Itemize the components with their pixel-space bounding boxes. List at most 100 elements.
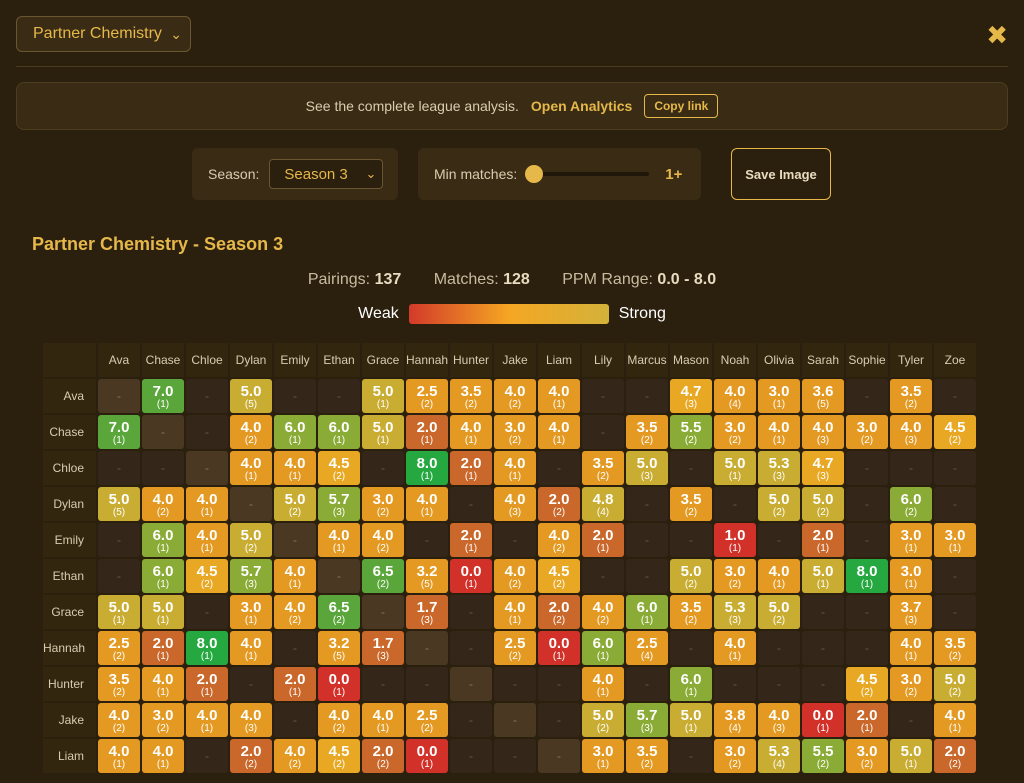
matrix-cell[interactable]: 4.0 (2) [494,379,536,413]
matrix-cell[interactable]: 4.5 (2) [318,451,360,485]
matrix-cell[interactable]: 7.0 (1) [142,379,184,413]
matrix-cell[interactable]: 5.0 (2) [274,487,316,521]
matrix-cell[interactable]: 0.0 (1) [538,631,580,665]
matrix-cell[interactable]: 2.5 (2) [494,631,536,665]
matrix-cell[interactable]: 4.0 (2) [98,703,140,737]
matrix-cell[interactable]: 6.0 (1) [318,415,360,449]
matrix-cell[interactable]: 5.0 (1) [802,559,844,593]
matrix-cell[interactable]: 5.0 (1) [714,451,756,485]
matrix-cell[interactable]: 4.0 (1) [582,667,624,701]
min-matches-slider[interactable] [525,165,650,183]
matrix-cell[interactable]: 3.0 (2) [846,415,888,449]
matrix-cell[interactable]: 6.0 (1) [142,559,184,593]
matrix-cell[interactable]: 6.0 (1) [582,631,624,665]
matrix-cell[interactable]: 3.8 (4) [714,703,756,737]
matrix-cell[interactable]: 3.5 (2) [450,379,492,413]
matrix-cell[interactable]: 1.0 (1) [714,523,756,557]
matrix-cell[interactable]: 4.0 (2) [142,487,184,521]
matrix-cell[interactable]: 3.0 (1) [890,559,932,593]
matrix-cell[interactable]: 2.0 (1) [142,631,184,665]
matrix-cell[interactable]: 4.0 (1) [142,667,184,701]
matrix-cell[interactable]: 5.3 (3) [714,595,756,629]
matrix-cell[interactable]: 3.5 (2) [934,631,976,665]
matrix-cell[interactable]: 5.0 (5) [98,487,140,521]
matrix-cell[interactable]: 4.0 (1) [406,487,448,521]
matrix-cell[interactable]: 4.0 (1) [186,703,228,737]
matrix-cell[interactable]: 2.5 (2) [406,379,448,413]
matrix-cell[interactable]: 5.0 (2) [758,595,800,629]
matrix-cell[interactable]: 2.0 (1) [186,667,228,701]
matrix-cell[interactable]: 3.5 (2) [670,487,712,521]
matrix-cell[interactable]: 2.0 (2) [538,487,580,521]
matrix-cell[interactable]: 4.0 (3) [890,415,932,449]
matrix-cell[interactable]: 3.0 (1) [230,595,272,629]
matrix-cell[interactable]: 4.0 (1) [494,595,536,629]
matrix-cell[interactable]: 0.0 (1) [802,703,844,737]
matrix-cell[interactable]: 4.0 (1) [274,451,316,485]
matrix-cell[interactable]: 3.5 (2) [626,415,668,449]
matrix-cell[interactable]: 6.0 (1) [626,595,668,629]
matrix-cell[interactable]: 6.5 (2) [318,595,360,629]
matrix-cell[interactable]: 3.0 (2) [890,667,932,701]
matrix-cell[interactable]: 4.0 (4) [714,379,756,413]
matrix-cell[interactable]: 4.0 (2) [362,523,404,557]
matrix-cell[interactable]: 4.0 (1) [890,631,932,665]
matrix-cell[interactable]: 4.0 (3) [230,703,272,737]
matrix-cell[interactable]: 4.0 (2) [318,703,360,737]
matrix-cell[interactable]: 4.5 (2) [538,559,580,593]
matrix-cell[interactable]: 8.0 (1) [186,631,228,665]
matrix-cell[interactable]: 8.0 (1) [846,559,888,593]
matrix-cell[interactable]: 3.2 (5) [406,559,448,593]
matrix-cell[interactable]: 4.0 (1) [362,703,404,737]
matrix-cell[interactable]: 3.0 (1) [890,523,932,557]
matrix-cell[interactable]: 4.0 (3) [802,415,844,449]
matrix-cell[interactable]: 4.0 (1) [934,703,976,737]
matrix-cell[interactable]: 5.0 (3) [626,451,668,485]
matrix-cell[interactable]: 5.7 (3) [318,487,360,521]
matrix-cell[interactable]: 3.0 (2) [362,487,404,521]
matrix-cell[interactable]: 5.0 (2) [934,667,976,701]
matrix-cell[interactable]: 2.0 (1) [274,667,316,701]
matrix-cell[interactable]: 3.0 (2) [714,559,756,593]
matrix-cell[interactable]: 5.0 (2) [582,703,624,737]
matrix-cell[interactable]: 4.0 (1) [758,415,800,449]
matrix-cell[interactable]: 3.5 (2) [98,667,140,701]
matrix-cell[interactable]: 4.0 (1) [538,415,580,449]
matrix-cell[interactable]: 4.0 (3) [758,703,800,737]
matrix-cell[interactable]: 4.0 (2) [494,559,536,593]
matrix-cell[interactable]: 3.7 (3) [890,595,932,629]
matrix-cell[interactable]: 3.0 (1) [758,379,800,413]
matrix-cell[interactable]: 3.2 (5) [318,631,360,665]
matrix-cell[interactable]: 3.5 (2) [890,379,932,413]
matrix-cell[interactable]: 4.0 (1) [714,631,756,665]
matrix-cell[interactable]: 3.0 (1) [934,523,976,557]
matrix-cell[interactable]: 6.0 (1) [670,667,712,701]
matrix-cell[interactable]: 5.5 (2) [670,415,712,449]
matrix-cell[interactable]: 4.8 (4) [582,487,624,521]
matrix-cell[interactable]: 6.0 (1) [142,523,184,557]
matrix-cell[interactable]: 3.0 (2) [494,415,536,449]
matrix-cell[interactable]: 2.0 (2) [538,595,580,629]
matrix-cell[interactable]: 0.0 (1) [450,559,492,593]
matrix-cell[interactable]: 1.7 (3) [406,595,448,629]
save-image-button[interactable]: Save Image [731,148,831,200]
matrix-cell[interactable]: 6.5 (2) [362,559,404,593]
season-select[interactable]: Season 3 ⌄ [269,159,384,189]
matrix-cell[interactable]: 4.7 (3) [802,451,844,485]
matrix-cell[interactable]: 5.0 (1) [670,703,712,737]
matrix-cell[interactable]: 5.0 (1) [362,415,404,449]
matrix-cell[interactable]: 5.0 (2) [230,523,272,557]
mode-select[interactable]: Partner Chemistry ⌄ [16,16,191,52]
matrix-cell[interactable]: 2.0 (1) [450,523,492,557]
matrix-cell[interactable]: 5.7 (3) [230,559,272,593]
matrix-cell[interactable]: 0.0 (1) [318,667,360,701]
matrix-cell[interactable]: 4.0 (2) [274,595,316,629]
matrix-cell[interactable]: 4.5 (2) [186,559,228,593]
matrix-cell[interactable]: 5.0 (1) [142,595,184,629]
matrix-cell[interactable]: 4.0 (1) [494,451,536,485]
matrix-cell[interactable]: 5.7 (3) [626,703,668,737]
matrix-cell[interactable]: 2.0 (1) [846,703,888,737]
matrix-cell[interactable]: 4.0 (1) [758,559,800,593]
matrix-cell[interactable]: 3.0 (2) [714,415,756,449]
matrix-cell[interactable]: 4.0 (1) [274,559,316,593]
